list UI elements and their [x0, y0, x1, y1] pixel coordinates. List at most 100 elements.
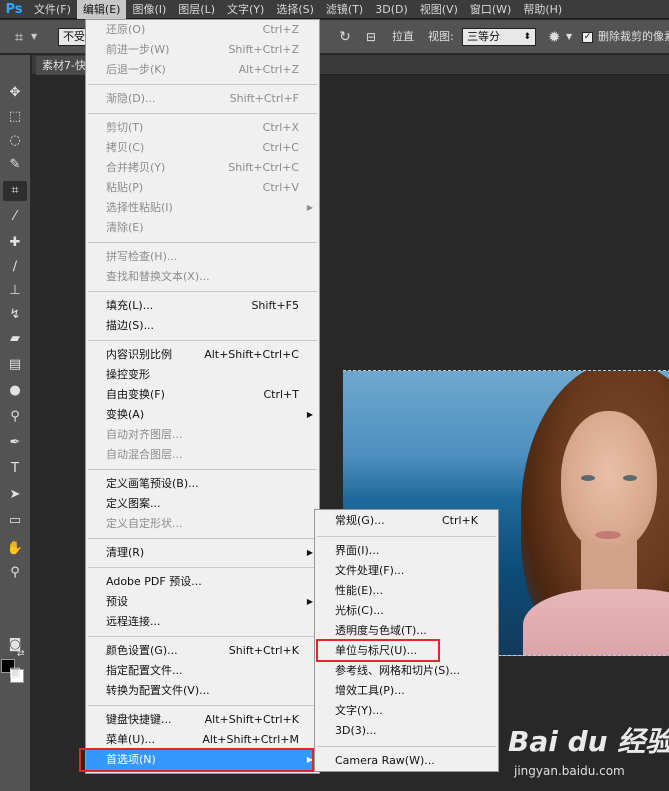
menu-item[interactable]: 自动混合图层... — [86, 445, 319, 465]
menu-item[interactable]: 定义画笔预设(B)... — [86, 474, 319, 494]
menu-item[interactable]: 预设 ▶ — [86, 592, 319, 612]
menu-item[interactable]: 填充(L)... Shift+F5 — [86, 296, 319, 316]
menu-item[interactable]: 文件处理(F)... — [315, 561, 498, 581]
menu-item[interactable]: 远程连接... — [86, 612, 319, 632]
chevron-down-icon[interactable]: ▼ — [566, 27, 572, 47]
menu-separator — [88, 567, 317, 568]
menu-item[interactable]: 选择性粘贴(I) ▶ — [86, 198, 319, 218]
chevron-down-icon[interactable]: ▼ — [31, 27, 37, 47]
menu-type[interactable]: 文字(Y) — [221, 0, 270, 19]
marquee-tool-icon[interactable]: ⬚ — [3, 107, 27, 127]
menu-item[interactable]: 渐隐(D)... Shift+Ctrl+F — [86, 89, 319, 109]
menu-item[interactable]: 清理(R) ▶ — [86, 543, 319, 563]
menu-item[interactable]: 内容识别比例 Alt+Shift+Ctrl+C — [86, 345, 319, 365]
menu-item-label: Adobe PDF 预设... — [106, 575, 202, 588]
menu-item-shortcut: Ctrl+K — [441, 514, 478, 527]
menu-item[interactable]: 清除(E) — [86, 218, 319, 238]
menu-item-label: 定义自定形状... — [106, 517, 183, 530]
menu-item[interactable]: 颜色设置(G)... Shift+Ctrl+K — [86, 641, 319, 661]
menu-item[interactable]: 转换为配置文件(V)... — [86, 681, 319, 701]
menu-item[interactable]: 菜单(U)... Alt+Shift+Ctrl+M — [86, 730, 319, 750]
menu-item[interactable]: 性能(E)... — [315, 581, 498, 601]
menu-item[interactable]: 增效工具(P)... — [315, 681, 498, 701]
delete-cropped-checkbox[interactable]: ✓ — [582, 32, 593, 43]
image-shirt — [523, 589, 669, 655]
straighten-icon[interactable]: ⊟ — [366, 27, 384, 47]
crop-ratio-select[interactable]: 不受 — [58, 28, 86, 46]
menu-item[interactable]: 键盘快捷键... Alt+Shift+Ctrl+K — [86, 710, 319, 730]
menu-3d[interactable]: 3D(D) — [369, 0, 414, 19]
crop-tool-icon[interactable]: ⌗ — [3, 181, 27, 201]
menu-item[interactable]: 自由变换(F) Ctrl+T — [86, 385, 319, 405]
menu-file[interactable]: 文件(F) — [28, 0, 77, 19]
menu-view[interactable]: 视图(V) — [414, 0, 464, 19]
menu-filter[interactable]: 滤镜(T) — [320, 0, 369, 19]
menu-edit[interactable]: 编辑(E) — [76, 0, 127, 19]
menu-item[interactable]: Adobe PDF 预设... — [86, 572, 319, 592]
menu-item[interactable]: Camera Raw(W)... — [315, 751, 498, 771]
menu-item-label: 选择性粘贴(I) — [106, 201, 173, 214]
baidu-watermark: Bai du 经验 jingyan.baidu.com — [508, 720, 669, 790]
eyedropper-tool-icon[interactable]: ⁄ — [3, 207, 27, 227]
rotate-icon[interactable]: ↻ — [336, 27, 354, 47]
lasso-tool-icon[interactable]: ◌ — [3, 131, 27, 151]
screen-mode-icon[interactable]: ▣ — [3, 663, 27, 683]
menu-image[interactable]: 图像(I) — [126, 0, 172, 19]
menu-window[interactable]: 窗口(W) — [464, 0, 517, 19]
zoom-tool-icon[interactable]: ⚲ — [3, 563, 27, 583]
menu-item[interactable]: 文字(Y)... — [315, 701, 498, 721]
menu-item-label: 远程连接... — [106, 615, 161, 628]
menu-item[interactable]: 前进一步(W) Shift+Ctrl+Z — [86, 40, 319, 60]
view-overlay-select[interactable]: 三等分 ⬍ — [462, 28, 536, 46]
menu-item[interactable]: 查找和替换文本(X)... — [86, 267, 319, 287]
menu-help[interactable]: 帮助(H) — [517, 0, 568, 19]
healing-brush-tool-icon[interactable]: ✚ — [3, 233, 27, 253]
dodge-tool-icon[interactable]: ⚲ — [3, 407, 27, 427]
menu-item[interactable]: 定义图案... — [86, 494, 319, 514]
path-select-tool-icon[interactable]: ➤ — [3, 485, 27, 505]
menu-item[interactable]: 3D(3)... — [315, 721, 498, 741]
menu-item[interactable]: 参考线、网格和切片(S)... — [315, 661, 498, 681]
pen-tool-icon[interactable]: ✒ — [3, 433, 27, 453]
menu-select[interactable]: 选择(S) — [270, 0, 320, 19]
menu-item[interactable]: 描边(S)... — [86, 316, 319, 336]
blur-tool-icon[interactable]: ● — [3, 381, 27, 401]
delete-cropped-label: 删除裁剪的像素 — [598, 30, 669, 43]
brush-tool-icon[interactable]: ∕ — [3, 257, 27, 277]
menu-item[interactable]: 粘贴(P) Ctrl+V — [86, 178, 319, 198]
menu-item[interactable]: 光标(C)... — [315, 601, 498, 621]
gear-icon[interactable]: ✹ — [548, 27, 561, 47]
crop-icon[interactable]: ⌗ — [8, 27, 30, 47]
type-tool-icon[interactable]: T — [3, 459, 27, 479]
menu-item[interactable]: 自动对齐图层... — [86, 425, 319, 445]
quick-select-tool-icon[interactable]: ✎ — [3, 155, 27, 175]
quick-mask-icon[interactable]: ◙ — [3, 635, 27, 655]
menu-item[interactable]: 界面(I)... — [315, 541, 498, 561]
menu-item[interactable]: 操控变形 — [86, 365, 319, 385]
submenu-arrow-icon: ▶ — [306, 597, 313, 606]
menu-item[interactable]: 还原(O) Ctrl+Z — [86, 20, 319, 40]
menu-separator — [88, 242, 317, 243]
menu-item-label: 合并拷贝(Y) — [106, 161, 166, 174]
menu-item[interactable]: 后退一步(K) Alt+Ctrl+Z — [86, 60, 319, 80]
menu-item[interactable]: 剪切(T) Ctrl+X — [86, 118, 319, 138]
shape-tool-icon[interactable]: ▭ — [3, 511, 27, 531]
menu-item[interactable]: 拼写检查(H)... — [86, 247, 319, 267]
menu-item[interactable]: 合并拷贝(Y) Shift+Ctrl+C — [86, 158, 319, 178]
menu-item-label: 文件处理(F)... — [335, 564, 405, 577]
menu-item[interactable]: 拷贝(C) Ctrl+C — [86, 138, 319, 158]
menu-item[interactable]: 常规(G)... Ctrl+K — [315, 511, 498, 531]
menu-item[interactable]: 变换(A) ▶ — [86, 405, 319, 425]
gradient-tool-icon[interactable]: ▤ — [3, 355, 27, 375]
straighten-button[interactable]: 拉直 — [392, 27, 414, 47]
menu-item-shortcut: Alt+Shift+Ctrl+K — [204, 713, 299, 726]
menu-item[interactable]: 指定配置文件... — [86, 661, 319, 681]
menu-layer[interactable]: 图层(L) — [172, 0, 221, 19]
stamp-tool-icon[interactable]: ⊥ — [3, 281, 27, 301]
move-tool-icon[interactable]: ✥ — [3, 83, 27, 103]
hand-tool-icon[interactable]: ✋ — [3, 539, 27, 559]
history-brush-tool-icon[interactable]: ↯ — [3, 305, 27, 325]
eraser-tool-icon[interactable]: ▰ — [3, 329, 27, 349]
menu-item[interactable]: 透明度与色域(T)... — [315, 621, 498, 641]
menu-item[interactable]: 定义自定形状... — [86, 514, 319, 534]
